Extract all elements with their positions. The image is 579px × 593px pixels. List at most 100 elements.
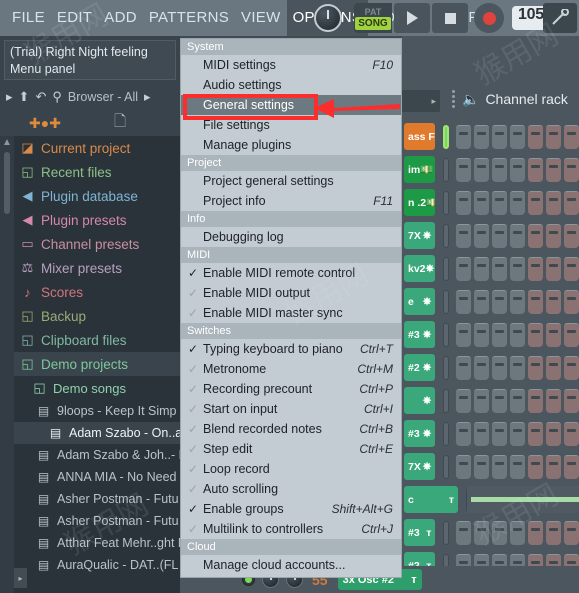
menu-view[interactable]: VIEW xyxy=(235,0,287,36)
channel-level-indicator[interactable] xyxy=(443,289,449,314)
menu-edit[interactable]: EDIT xyxy=(51,0,98,36)
step-button[interactable] xyxy=(528,289,543,314)
tree-item[interactable]: ▤ Atthar Feat Mehr..ght Ni xyxy=(14,532,180,554)
menu-file[interactable]: FILE xyxy=(6,0,51,36)
step-button[interactable] xyxy=(474,124,489,149)
step-button[interactable] xyxy=(492,124,507,149)
toolbar-extra-knob[interactable] xyxy=(543,3,577,33)
scrollbar-thumb[interactable] xyxy=(4,152,10,214)
step-button[interactable] xyxy=(456,355,471,380)
step-button[interactable] xyxy=(564,289,579,314)
chevron-right-icon[interactable]: ▸ xyxy=(144,89,151,105)
menu-option[interactable]: ✓ Recording precount Ctrl+P xyxy=(181,379,401,399)
step-button[interactable] xyxy=(528,520,543,545)
channel-level-indicator[interactable] xyxy=(443,322,449,347)
channel-level-indicator[interactable] xyxy=(443,190,449,215)
step-button[interactable] xyxy=(546,223,561,248)
tree-item[interactable]: ◱ Recent files xyxy=(14,160,180,184)
step-button[interactable] xyxy=(546,421,561,446)
step-button[interactable] xyxy=(564,454,579,479)
step-button[interactable] xyxy=(510,223,525,248)
step-button[interactable] xyxy=(492,421,507,446)
step-button[interactable] xyxy=(456,520,471,545)
channel-name-button[interactable]: im 💵 xyxy=(404,156,436,183)
pattern-song-toggle[interactable]: PAT SONG xyxy=(354,3,392,33)
step-button[interactable] xyxy=(546,520,561,545)
step-button[interactable] xyxy=(456,388,471,413)
tree-item[interactable]: ◀ Plugin presets xyxy=(14,208,180,232)
step-button[interactable] xyxy=(564,124,579,149)
step-button[interactable] xyxy=(492,388,507,413)
channel-name-button[interactable]: kv2 ✵ xyxy=(404,255,436,282)
step-button[interactable] xyxy=(564,355,579,380)
step-button[interactable] xyxy=(510,289,525,314)
tree-item[interactable]: ▤ ANNA MIA - No Need To xyxy=(14,466,180,488)
step-button[interactable] xyxy=(546,190,561,215)
step-button[interactable] xyxy=(510,454,525,479)
tree-item[interactable]: ◱ Demo songs xyxy=(14,376,180,400)
menu-option[interactable]: Audio settings xyxy=(181,75,401,95)
step-button[interactable] xyxy=(492,355,507,380)
file-tool-icon[interactable]: 🗋 xyxy=(90,111,150,136)
step-button[interactable] xyxy=(510,190,525,215)
menu-option[interactable]: Debugging log xyxy=(181,227,401,247)
channel-level-indicator[interactable] xyxy=(443,355,449,380)
step-button[interactable] xyxy=(492,190,507,215)
step-button[interactable] xyxy=(510,124,525,149)
step-button[interactable] xyxy=(546,322,561,347)
step-button[interactable] xyxy=(474,388,489,413)
tree-item[interactable]: ◪ Current project xyxy=(14,136,180,160)
tree-item[interactable]: ◱ Backup xyxy=(14,304,180,328)
channel-level-indicator[interactable] xyxy=(443,520,449,545)
step-button[interactable] xyxy=(528,223,543,248)
tree-item[interactable]: ▤ Asher Postman - Futu xyxy=(14,510,180,532)
channel-level-indicator[interactable] xyxy=(443,223,449,248)
tree-item[interactable]: ◱ Demo projects xyxy=(14,352,180,376)
menu-patterns[interactable]: PATTERNS xyxy=(143,0,235,36)
menu-option[interactable]: ✓ Typing keyboard to piano Ctrl+T xyxy=(181,339,401,359)
step-button[interactable] xyxy=(546,124,561,149)
step-button[interactable] xyxy=(510,520,525,545)
scroll-up-icon[interactable]: ▲ xyxy=(0,136,14,150)
channel-level-indicator[interactable] xyxy=(442,124,449,149)
tree-item[interactable]: ▤ Adam Szabo & Joh..- Kno xyxy=(14,444,180,466)
song-mode-label[interactable]: SONG xyxy=(355,16,391,30)
tree-item[interactable]: ◀ Plugin database xyxy=(14,184,180,208)
menu-option[interactable]: Project info F11 xyxy=(181,191,401,211)
step-button[interactable] xyxy=(474,256,489,281)
tree-item[interactable]: ▭ Channel presets xyxy=(14,232,180,256)
channel-level-indicator[interactable] xyxy=(443,454,449,479)
menu-option[interactable]: ✓ Enable groups Shift+Alt+G xyxy=(181,499,401,519)
step-button[interactable] xyxy=(546,157,561,182)
step-button[interactable] xyxy=(456,421,471,446)
channel-name-button[interactable]: ✵ xyxy=(404,387,436,414)
stop-button[interactable] xyxy=(432,3,468,33)
step-button[interactable] xyxy=(510,322,525,347)
master-pitch-knob[interactable] xyxy=(314,4,342,32)
step-button[interactable] xyxy=(528,190,543,215)
channel-level-indicator[interactable] xyxy=(443,256,449,281)
step-button[interactable] xyxy=(456,190,471,215)
channel-name-button[interactable]: ass FM xyxy=(404,123,435,150)
step-button[interactable] xyxy=(564,388,579,413)
undo-arrow-icon[interactable]: ↶ xyxy=(35,89,46,105)
menu-option[interactable]: ✓ Multilink to controllers Ctrl+J xyxy=(181,519,401,539)
up-arrow-icon[interactable]: ⬆ xyxy=(19,89,30,105)
tree-item[interactable]: ▤ AuraQualic - DAT..(FL Stu xyxy=(14,554,180,576)
menu-option[interactable]: ✓ Auto scrolling xyxy=(181,479,401,499)
step-button[interactable] xyxy=(546,256,561,281)
menu-option[interactable]: MIDI settings F10 xyxy=(181,55,401,75)
menu-option[interactable]: ✓ Metronome Ctrl+M xyxy=(181,359,401,379)
piano-roll-icon[interactable]: ᴛ xyxy=(411,574,416,586)
step-button[interactable] xyxy=(474,289,489,314)
step-button[interactable] xyxy=(456,256,471,281)
channel-level-indicator[interactable] xyxy=(443,157,449,182)
step-button[interactable] xyxy=(564,421,579,446)
collapse-arrow-icon[interactable]: ▸ xyxy=(6,89,13,105)
step-button[interactable] xyxy=(456,322,471,347)
step-button[interactable] xyxy=(510,355,525,380)
menu-option[interactable]: Project general settings xyxy=(181,171,401,191)
tree-item[interactable]: ▤ 9loops - Keep It Simp xyxy=(14,400,180,422)
step-button[interactable] xyxy=(456,157,471,182)
browser-scrollbar[interactable]: ▲ xyxy=(0,136,14,593)
